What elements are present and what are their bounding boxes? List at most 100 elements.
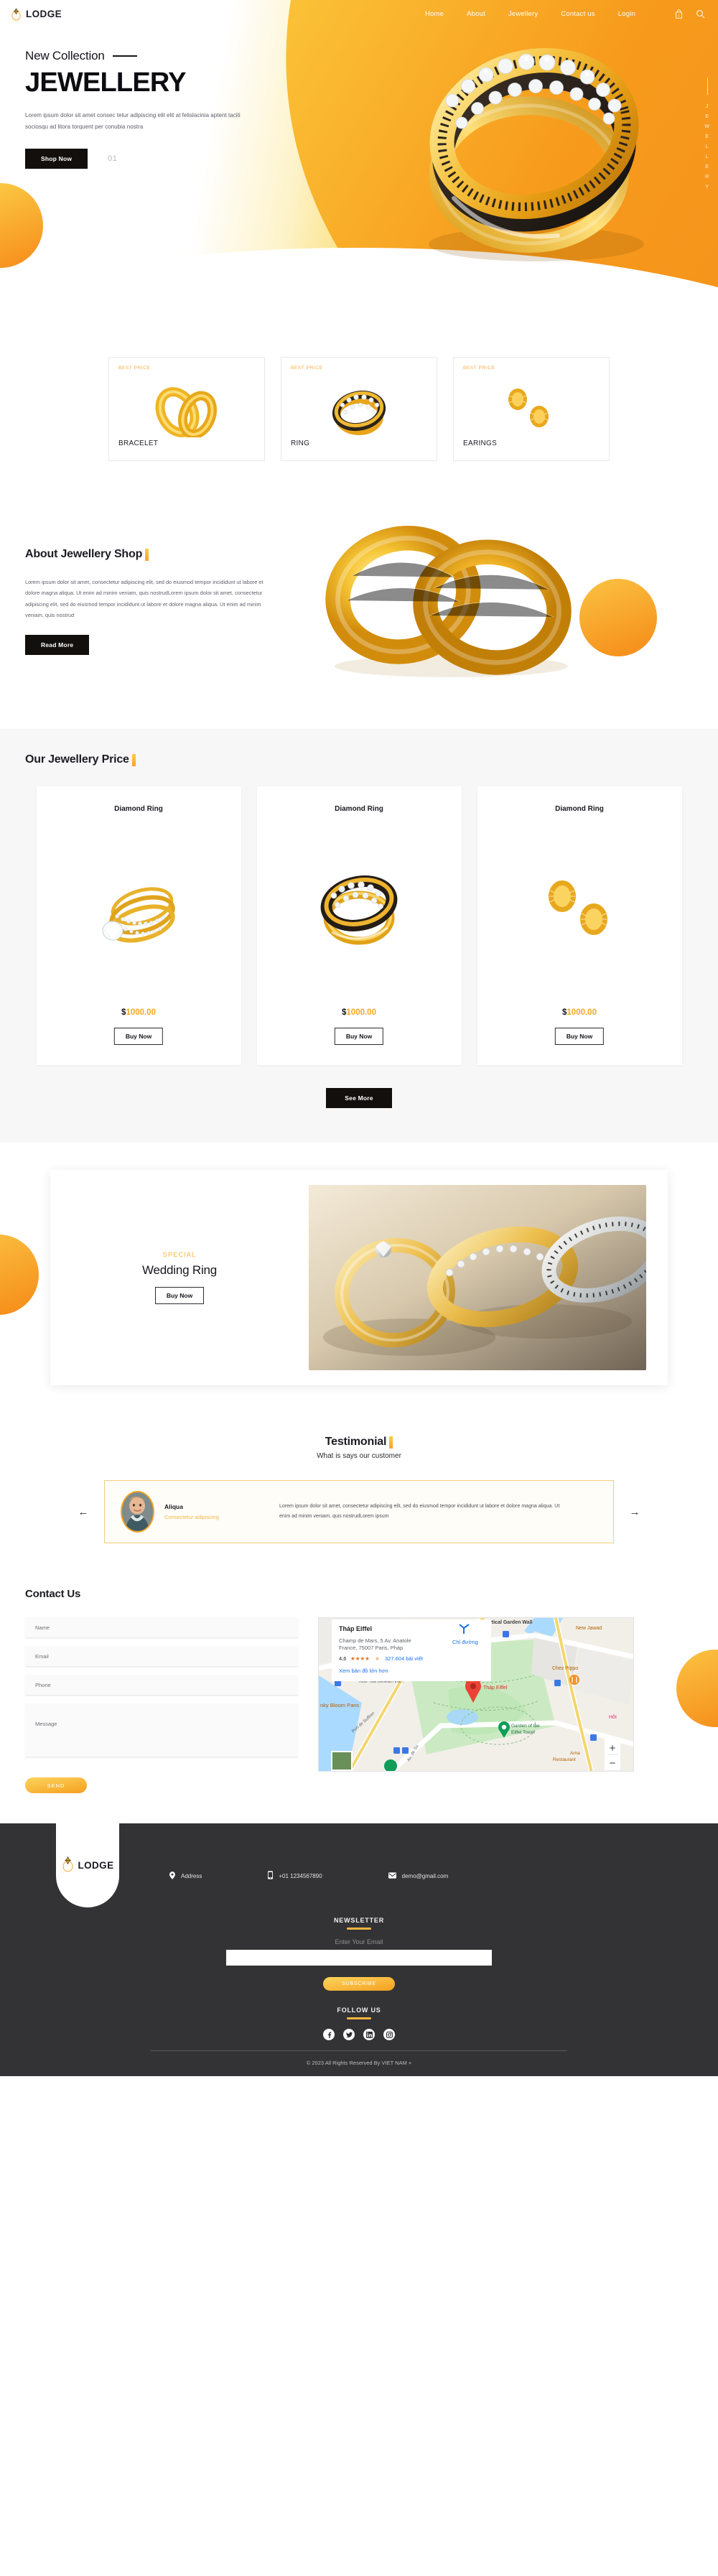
nav-item-about[interactable]: About: [467, 10, 485, 18]
price-section: Our Jewellery Price Diamond Ring $1000.0…: [0, 729, 718, 1143]
vertical-letter: L: [705, 154, 709, 159]
newsletter-email-input[interactable]: [226, 1950, 492, 1966]
testimonial-author: Aliqua Consectetur adipiscing: [164, 1503, 279, 1520]
footer-email[interactable]: demo@gmail.com: [388, 1871, 449, 1880]
follow-block: FOLLOW US: [0, 1991, 718, 2040]
svg-text:Restaurant: Restaurant: [553, 1757, 576, 1762]
svg-text:4,6: 4,6: [339, 1655, 346, 1662]
footer-phone[interactable]: +01 1234567890: [268, 1871, 322, 1881]
svg-text:Hôt: Hôt: [609, 1715, 617, 1720]
hero-eyebrow-rule: [112, 55, 137, 57]
product-card[interactable]: Diamond Ring $1000.00 Buy Now: [256, 786, 462, 1065]
gold-bracelets-image: [147, 383, 226, 440]
ring-logo-icon: [61, 1855, 75, 1876]
testimonial-card: Aliqua Consectetur adipiscing Lorem ipsu…: [104, 1480, 614, 1543]
nav-item-home[interactable]: Home: [425, 10, 444, 18]
wedding-copy: SPECIAL Wedding Ring Buy Now: [50, 1251, 309, 1304]
read-more-button[interactable]: Read More: [25, 634, 90, 655]
accent-bar: [131, 753, 136, 766]
vertical-letter: R: [705, 175, 710, 180]
footer-address-label: Address: [181, 1872, 202, 1879]
vertical-letter: Y: [705, 185, 710, 190]
phone-input[interactable]: [25, 1675, 298, 1696]
gold-earrings-image: [522, 862, 637, 952]
price-amount: 1000.00: [567, 1008, 597, 1017]
category-card-ring[interactable]: BEST PRICE RING: [281, 357, 437, 461]
testimonial-quote: Lorem ipsum dolor sit amet, consectetur …: [279, 1504, 560, 1519]
buy-now-button[interactable]: Buy Now: [554, 1028, 605, 1045]
svg-text:Garden of the: Garden of the: [511, 1724, 540, 1729]
vertical-letter: J: [705, 104, 709, 109]
svg-text:−: −: [610, 1757, 616, 1770]
vertical-letter: E: [705, 164, 710, 169]
nav-item-jewellery[interactable]: Jewellery: [508, 10, 538, 18]
testimonial-section: Testimonial What is says our customer ←: [0, 1420, 718, 1578]
send-button[interactable]: SEND: [25, 1777, 87, 1793]
hero-vertical-label: JE WE LL ER Y: [704, 78, 710, 190]
testimonial-carousel: ← Aliqua Consectetur adipiscing Lorem ip…: [0, 1480, 718, 1543]
footer-logo-card[interactable]: LODGE: [56, 1823, 119, 1907]
contact-heading: Contact Us: [25, 1588, 81, 1600]
product-title: Diamond Ring: [335, 805, 383, 813]
product-title: Diamond Ring: [555, 805, 604, 813]
product-price: $1000.00: [477, 1008, 682, 1017]
nav-item-contact-us[interactable]: Contact us: [561, 10, 595, 18]
email-input[interactable]: [25, 1646, 298, 1667]
copyright-text: © 2023 All Rights Reserved By VIET NAM +: [306, 2060, 412, 2066]
shopping-bag-icon[interactable]: 0: [674, 9, 684, 19]
wedding-title: Wedding Ring: [141, 1263, 218, 1277]
contact-form: SEND: [25, 1617, 298, 1793]
wedding-buy-now-button[interactable]: Buy Now: [154, 1287, 205, 1304]
hero-slide-number: 01: [108, 154, 118, 163]
footer-brand-name: LODGE: [78, 1859, 114, 1871]
product-price: $1000.00: [37, 1008, 241, 1017]
solitaire-ring-image: [81, 862, 196, 952]
hero-actions: Shop Now 01: [25, 148, 718, 169]
main-menu: Home About Jewellery Contact us Login 0: [425, 9, 705, 19]
svg-text:★: ★: [375, 1655, 380, 1662]
instagram-icon[interactable]: [383, 2029, 395, 2040]
svg-text:Tháp Eiffel: Tháp Eiffel: [339, 1625, 372, 1632]
name-input[interactable]: [25, 1617, 298, 1638]
location-map[interactable]: Tháp Eiffel Garden of the Eiffel Tower V…: [318, 1617, 634, 1772]
wedding-promo-card: SPECIAL Wedding Ring Buy Now: [50, 1170, 668, 1385]
about-heading-text: About Jewellery Shop: [25, 548, 143, 561]
svg-text:Chez Pippo: Chez Pippo: [552, 1666, 578, 1671]
brand-logo[interactable]: LODGE: [10, 7, 62, 21]
footer-email-label: demo@gmail.com: [401, 1872, 449, 1879]
nav-item-login[interactable]: Login: [618, 10, 635, 18]
facebook-icon[interactable]: [323, 2029, 335, 2040]
shop-now-button[interactable]: Shop Now: [25, 148, 88, 169]
testimonial-name: Aliqua: [164, 1503, 183, 1510]
footer-address[interactable]: Address: [169, 1871, 202, 1881]
category-card-bracelet[interactable]: BEST PRICE BRACELET: [108, 357, 265, 461]
svg-text:0: 0: [678, 14, 680, 17]
linkedin-icon[interactable]: [363, 2029, 375, 2040]
newsletter-label: Enter Your Email: [335, 1938, 383, 1945]
svg-text:France, 75007 Paris, Pháp: France, 75007 Paris, Pháp: [339, 1645, 403, 1651]
vertical-letter: E: [705, 134, 710, 139]
testimonial-role: Consectetur adipiscing: [164, 1514, 219, 1520]
vertical-letter: W: [704, 124, 710, 129]
subscribe-button[interactable]: SUBSCRIBE: [323, 1977, 395, 1991]
svg-text:Chỉ đường: Chỉ đường: [452, 1639, 478, 1645]
twitter-icon[interactable]: [343, 2029, 355, 2040]
arrow-right-icon[interactable]: →: [625, 1502, 644, 1521]
search-icon[interactable]: [696, 9, 705, 19]
see-more-button[interactable]: See More: [326, 1088, 392, 1108]
envelope-icon: [388, 1871, 396, 1880]
ring-logo-icon: [10, 7, 22, 21]
product-price: $1000.00: [257, 1008, 462, 1017]
product-card[interactable]: Diamond Ring $1000.00 Buy Now: [477, 786, 682, 1065]
hero-eyebrow: New Collection: [25, 49, 718, 63]
svg-text:New Jawad: New Jawad: [576, 1626, 602, 1631]
wedding-decorative-circle: [0, 1234, 39, 1315]
buy-now-button[interactable]: Buy Now: [113, 1028, 164, 1045]
buy-now-button[interactable]: Buy Now: [334, 1028, 384, 1045]
product-card[interactable]: Diamond Ring $1000.00 Buy Now: [36, 786, 241, 1065]
category-badge: BEST PRICE: [291, 366, 323, 371]
arrow-left-icon[interactable]: ←: [74, 1502, 93, 1521]
message-input[interactable]: [25, 1703, 298, 1757]
category-card-earings[interactable]: BEST PRICE EARINGS: [453, 357, 610, 461]
site-footer: LODGE Address +01 1234567890 demo@gmail.…: [0, 1823, 718, 2076]
